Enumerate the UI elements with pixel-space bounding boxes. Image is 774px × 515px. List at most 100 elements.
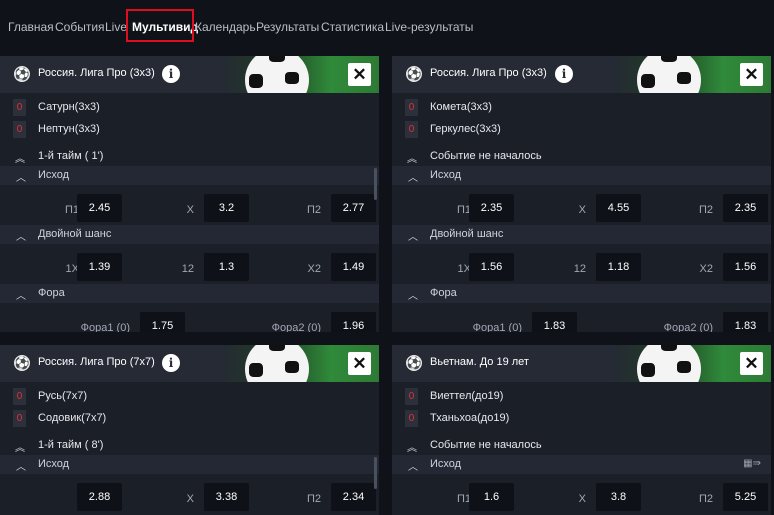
odd-button[interactable]: 2.88 bbox=[77, 483, 122, 511]
info-icon[interactable]: i bbox=[555, 65, 573, 83]
close-button[interactable]: ✕ bbox=[348, 352, 371, 375]
market-label: Исход bbox=[38, 169, 70, 181]
team-row-away: 0 Тханьхоа(до19) bbox=[392, 408, 771, 430]
chevron-up-icon: ︿ bbox=[16, 462, 26, 473]
scrollbar-thumb[interactable] bbox=[374, 168, 377, 200]
team-row-home: 0 Сатурн(3х3) bbox=[0, 97, 379, 119]
market-label: Фора bbox=[430, 287, 457, 299]
panel-header: ⚽ Россия. Лига Про (3х3) i ✕ bbox=[392, 56, 771, 93]
market-header-double-chance[interactable]: ︿ Двойной шанс bbox=[392, 225, 771, 244]
odd-label: Фора1 (0) bbox=[80, 322, 130, 332]
team-name-away: Геркулес(3х3) bbox=[430, 123, 501, 135]
score-home: 0 bbox=[405, 99, 418, 116]
soccer-ball-icon: ⚽ bbox=[14, 66, 30, 82]
odd-button[interactable]: 2.35 bbox=[469, 194, 514, 222]
odd-button[interactable]: 5.25 bbox=[723, 483, 768, 511]
close-button[interactable]: ✕ bbox=[740, 352, 763, 375]
odd-button[interactable]: 3.38 bbox=[204, 483, 249, 511]
odd-label: П2 bbox=[306, 204, 321, 216]
odd-label: П2 bbox=[698, 204, 713, 216]
odd-button[interactable]: 1.75 bbox=[140, 312, 185, 332]
nav-item-statistics[interactable]: Статистика bbox=[321, 20, 384, 34]
team-name-away: Нептун(3х3) bbox=[38, 123, 100, 135]
nav-item-main[interactable]: Главная bbox=[8, 20, 54, 34]
score-home: 0 bbox=[13, 388, 26, 405]
match-panel-0: ⚽ Россия. Лига Про (3х3) i ✕ 0 Сатурн(3х… bbox=[0, 56, 379, 332]
odd-label: Фора1 (0) bbox=[472, 322, 522, 332]
market-label: Двойной шанс bbox=[38, 228, 112, 240]
match-status[interactable]: ︽ 1-й тайм ( 8') bbox=[0, 437, 379, 455]
score-away: 0 bbox=[13, 121, 26, 138]
chevron-up-icon: ︿ bbox=[408, 462, 418, 473]
odds-row-outcome: П1 2.88 X 3.38 П2 2.34 bbox=[0, 482, 379, 515]
odd-button[interactable]: 3.2 bbox=[204, 194, 249, 222]
league-name: Россия. Лига Про (3х3) bbox=[38, 67, 155, 79]
market-label: Исход bbox=[38, 458, 70, 470]
odd-button[interactable]: 2.34 bbox=[331, 483, 376, 511]
score-home: 0 bbox=[13, 99, 26, 116]
match-status[interactable]: ︽ Событие не началось bbox=[392, 437, 771, 455]
market-header-outcome[interactable]: ︿ Исход bbox=[0, 166, 379, 185]
odd-button[interactable]: 1.56 bbox=[469, 253, 514, 281]
panel-header: ⚽ Вьетнам. До 19 лет ✕ bbox=[392, 345, 771, 382]
match-status[interactable]: ︽ 1-й тайм ( 1') bbox=[0, 148, 379, 166]
match-status[interactable]: ︽ Событие не началось bbox=[392, 148, 771, 166]
chevron-up-icon: ︿ bbox=[16, 173, 26, 184]
odd-button[interactable]: 1.39 bbox=[77, 253, 122, 281]
chevron-up-icon: ︿ bbox=[408, 232, 418, 243]
odds-row-handicap: Фора1 (0) 1.75 Фора2 (0) 1.96 bbox=[0, 311, 379, 332]
odd-button[interactable]: 1.49 bbox=[331, 253, 376, 281]
close-button[interactable]: ✕ bbox=[348, 63, 371, 86]
market-header-outcome[interactable]: ︿ Исход ▦⇛ bbox=[392, 455, 771, 474]
odd-button[interactable]: 2.35 bbox=[723, 194, 768, 222]
market-label: Исход bbox=[430, 169, 462, 181]
odd-label: X2 bbox=[699, 263, 713, 275]
panel-header: ⚽ Россия. Лига Про (7х7) i ✕ bbox=[0, 345, 379, 382]
nav-item-calendar[interactable]: Календарь bbox=[195, 20, 256, 34]
market-header-outcome[interactable]: ︿ Исход bbox=[0, 455, 379, 474]
odd-button[interactable]: 1.3 bbox=[204, 253, 249, 281]
odd-button[interactable]: 1.83 bbox=[723, 312, 768, 332]
market-header-double-chance[interactable]: ︿ Двойной шанс bbox=[0, 225, 379, 244]
team-name-home: Сатурн(3х3) bbox=[38, 101, 100, 113]
soccer-ball-icon: ⚽ bbox=[14, 355, 30, 371]
odd-button[interactable]: 2.45 bbox=[77, 194, 122, 222]
market-header-outcome[interactable]: ︿ Исход bbox=[392, 166, 771, 185]
nav-item-events[interactable]: События bbox=[55, 20, 105, 34]
chevrons-up-icon: ︽ bbox=[15, 443, 25, 454]
team-row-away: 0 Нептун(3х3) bbox=[0, 119, 379, 141]
scrollbar-thumb[interactable] bbox=[374, 457, 377, 489]
market-header-handicap[interactable]: ︿ Фора bbox=[392, 284, 771, 303]
odd-button[interactable]: 1.96 bbox=[331, 312, 376, 332]
active-tab-highlight bbox=[126, 9, 194, 42]
match-panel-1: ⚽ Россия. Лига Про (3х3) i ✕ 0 Комета(3х… bbox=[392, 56, 771, 332]
market-header-handicap[interactable]: ︿ Фора bbox=[0, 284, 379, 303]
market-label: Двойной шанс bbox=[430, 228, 504, 240]
match-panel-2: ⚽ Россия. Лига Про (7х7) i ✕ 0 Русь(7х7)… bbox=[0, 345, 379, 515]
nav-item-live[interactable]: Live bbox=[105, 20, 127, 34]
info-icon[interactable]: i bbox=[162, 65, 180, 83]
chevrons-up-icon: ︽ bbox=[407, 154, 417, 165]
nav-item-results[interactable]: Результаты bbox=[256, 20, 319, 34]
nav-item-live-results[interactable]: Live-результаты bbox=[385, 20, 473, 34]
chevron-up-icon: ︿ bbox=[16, 232, 26, 243]
odd-label: 12 bbox=[181, 263, 194, 275]
chevron-up-icon: ︿ bbox=[408, 291, 418, 302]
odd-button[interactable]: 3.8 bbox=[596, 483, 641, 511]
odd-button[interactable]: 1.18 bbox=[596, 253, 641, 281]
status-text: Событие не началось bbox=[430, 439, 542, 451]
score-away: 0 bbox=[405, 410, 418, 427]
stats-icon[interactable]: ▦⇛ bbox=[743, 458, 761, 469]
odd-label: X2 bbox=[307, 263, 321, 275]
status-text: Событие не началось bbox=[430, 150, 542, 162]
odd-label: Фора2 (0) bbox=[663, 322, 713, 332]
odd-button[interactable]: 2.77 bbox=[331, 194, 376, 222]
close-button[interactable]: ✕ bbox=[740, 63, 763, 86]
odd-button[interactable]: 1.56 bbox=[723, 253, 768, 281]
odds-row-outcome: П1 1.6 X 3.8 П2 5.25 bbox=[392, 482, 771, 515]
odd-button[interactable]: 4.55 bbox=[596, 194, 641, 222]
odd-button[interactable]: 1.83 bbox=[532, 312, 577, 332]
odd-button[interactable]: 1.6 bbox=[469, 483, 514, 511]
info-icon[interactable]: i bbox=[162, 354, 180, 372]
soccer-ball-image bbox=[245, 345, 309, 382]
